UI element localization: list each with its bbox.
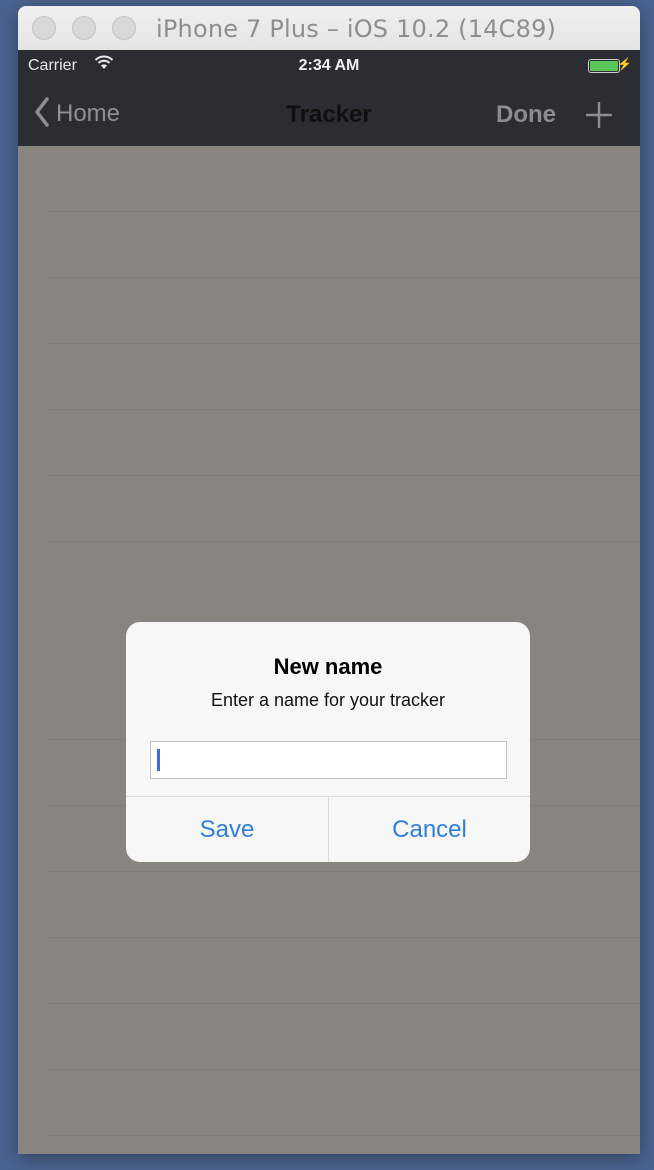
table-row-separator	[48, 409, 640, 410]
alert-title: New name	[273, 654, 383, 679]
tracker-name-input[interactable]	[150, 741, 507, 779]
minimize-window-button[interactable]	[72, 16, 96, 40]
alert-message: Enter a name for your tracker	[210, 690, 446, 710]
save-button[interactable]: Save	[126, 797, 328, 862]
table-row-separator	[48, 475, 640, 476]
new-name-alert: New name Enter a name for your tracker S…	[126, 622, 530, 862]
simulator-window: iPhone 7 Plus – iOS 10.2 (14C89) Carrier…	[18, 6, 640, 1154]
table-row-separator	[48, 871, 640, 872]
table-row-separator	[48, 277, 640, 278]
window-titlebar: iPhone 7 Plus – iOS 10.2 (14C89)	[18, 6, 640, 51]
table-row-separator	[48, 1003, 640, 1004]
text-cursor	[157, 749, 160, 771]
status-bar: Carrier 2:34 AM ⚡	[18, 50, 640, 82]
table-row-separator	[48, 541, 640, 542]
charging-bolt-icon: ⚡	[617, 57, 632, 71]
zoom-window-button[interactable]	[112, 16, 136, 40]
table-row-separator	[48, 1135, 640, 1136]
table-row-separator	[48, 937, 640, 938]
battery-full-icon	[588, 59, 620, 73]
plus-icon[interactable]	[585, 101, 613, 133]
status-time: 2:34 AM	[298, 57, 360, 74]
tracker-table: New name Enter a name for your tracker S…	[18, 146, 640, 1154]
window-title: iPhone 7 Plus – iOS 10.2 (14C89)	[156, 15, 557, 43]
navigation-bar: Home Tracker Done	[18, 82, 640, 146]
table-row-separator	[48, 343, 640, 344]
cancel-button[interactable]: Cancel	[329, 797, 530, 862]
table-row-separator	[48, 1069, 640, 1070]
done-button[interactable]: Done	[496, 101, 556, 129]
close-window-button[interactable]	[32, 16, 56, 40]
table-row-separator	[48, 211, 640, 212]
